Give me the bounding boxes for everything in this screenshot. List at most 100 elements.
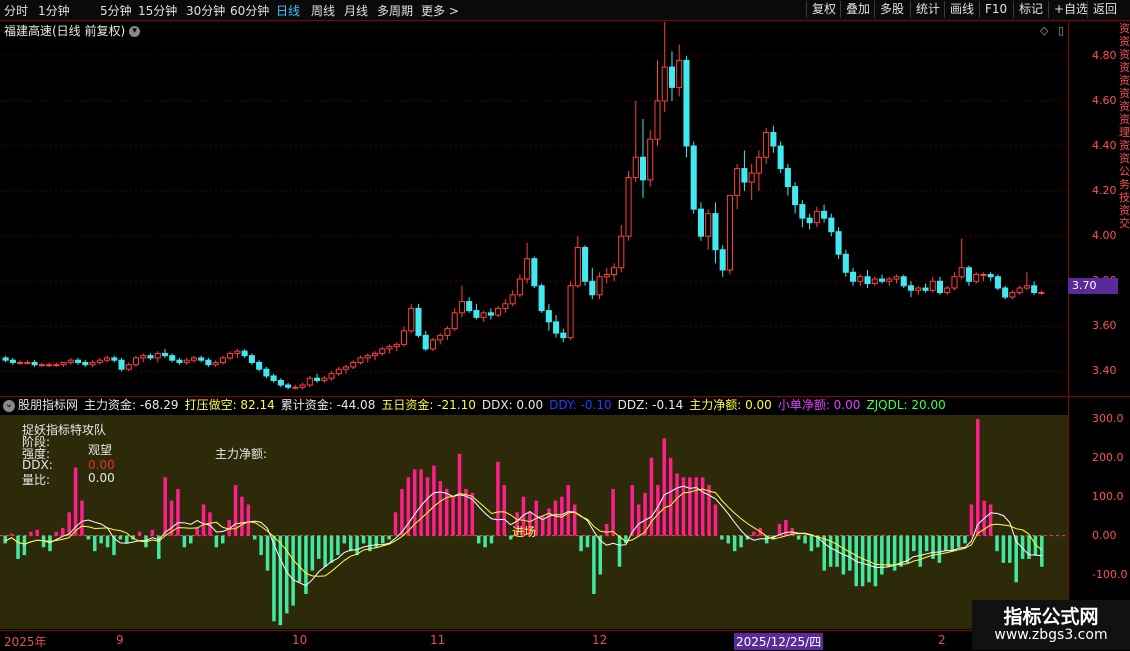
candle-body [53,364,60,367]
candle-body [82,361,89,366]
period-3[interactable]: 15分钟 [138,2,177,19]
indicator-value-3: 五日资金: -21.10 [381,398,476,412]
candle-body [900,276,907,287]
candle-body [132,357,140,366]
candle [256,360,263,372]
candle-body [46,364,53,367]
candle [408,303,415,334]
candle-body [763,131,770,158]
candle-body [792,186,799,206]
net-amount-label: 主力净额: [215,447,268,461]
candle [1002,285,1009,300]
candle [60,361,67,367]
candle [763,127,770,165]
candle-body [690,145,697,210]
toolbar-button-0[interactable]: 复权 [806,1,841,18]
candle-body [965,267,972,282]
candle [668,51,676,101]
period-5[interactable]: 60分钟 [230,2,269,19]
period-10[interactable]: 更多 > [421,2,459,19]
watermark-title: 指标公式网 [1003,606,1099,628]
candle-body [234,350,241,354]
candle-body [147,355,154,359]
candle-body [393,343,400,348]
period-9[interactable]: 多周期 [377,2,413,19]
candle-body [437,334,444,341]
period-8[interactable]: 月线 [344,2,368,19]
price-tick-label: 4.20 [1092,184,1117,198]
toolbar-button-4[interactable]: 画线 [944,1,979,18]
strength-value: 观望 [88,443,113,457]
candle [458,285,465,318]
candle-body [495,307,502,316]
candle [560,328,567,343]
candle-body [516,278,523,296]
candle [639,118,647,198]
candle-body [219,357,226,363]
candle-body [277,379,284,386]
candle [393,342,400,352]
candle-body [335,368,342,375]
entry-label: 进场 [512,525,537,539]
candle [371,351,379,361]
price-tick-label: 3.60 [1092,319,1117,333]
period-7[interactable]: 周线 [311,2,335,19]
candle [958,238,965,280]
candle [654,60,661,146]
candle [886,276,893,286]
period-4[interactable]: 30分钟 [186,2,225,19]
indicator-chart[interactable] [0,415,1068,629]
candle [509,290,516,307]
candle [987,272,994,282]
candle-body [379,348,386,354]
candle-body [907,285,915,291]
candle [929,276,936,293]
candle-body [712,213,719,251]
candle-body [422,334,429,350]
date-label-6: 2 [938,633,946,647]
candle [111,355,118,363]
indicator-tick-label: 200.0 [1092,450,1124,464]
candle [900,274,907,289]
toolbar-button-8[interactable]: 返回 [1087,1,1122,18]
candle-body [596,276,603,296]
candlestick-chart[interactable] [0,22,1068,394]
candle-body [509,294,516,305]
candle-body [169,355,176,361]
candle-body [632,156,639,179]
candle [828,213,835,237]
candle-body [676,59,683,88]
period-6[interactable]: 日线 [276,2,300,19]
candle [38,362,45,367]
toolbar-button-5[interactable]: F10 [979,1,1012,18]
indicator-dropdown-icon[interactable]: ⌄ [3,399,15,412]
candle [1009,290,1016,300]
toolbar-button-6[interactable]: 标记 [1013,1,1048,18]
candle [697,202,704,241]
candle [292,384,299,390]
period-2[interactable]: 5分钟 [100,2,132,19]
candle-body [285,384,292,388]
candle [1031,281,1038,295]
period-0[interactable]: 分时 [4,2,28,19]
candle-body [1016,287,1023,294]
toolbar-button-2[interactable]: 多股 [874,1,909,18]
toolbar-button-1[interactable]: 叠加 [840,1,875,18]
candle-body [343,366,350,370]
candle [24,360,31,365]
indicator-panel[interactable]: 捉妖指标特攻队 阶段: 强度: 观望 DDX: 0.00 量比: 0.00 主力… [0,415,1068,629]
candle [618,224,625,273]
candle [524,242,531,284]
candle [625,170,632,241]
candle-body [1002,287,1009,298]
candle [936,276,944,295]
candle [75,357,82,365]
period-1[interactable]: 1分钟 [38,2,70,19]
candle [67,357,74,365]
candle [437,333,444,345]
candle [487,308,494,320]
toolbar-button-3[interactable]: 统计 [910,1,945,18]
candle [944,285,951,295]
candle [379,346,386,356]
candle-body [784,168,791,188]
